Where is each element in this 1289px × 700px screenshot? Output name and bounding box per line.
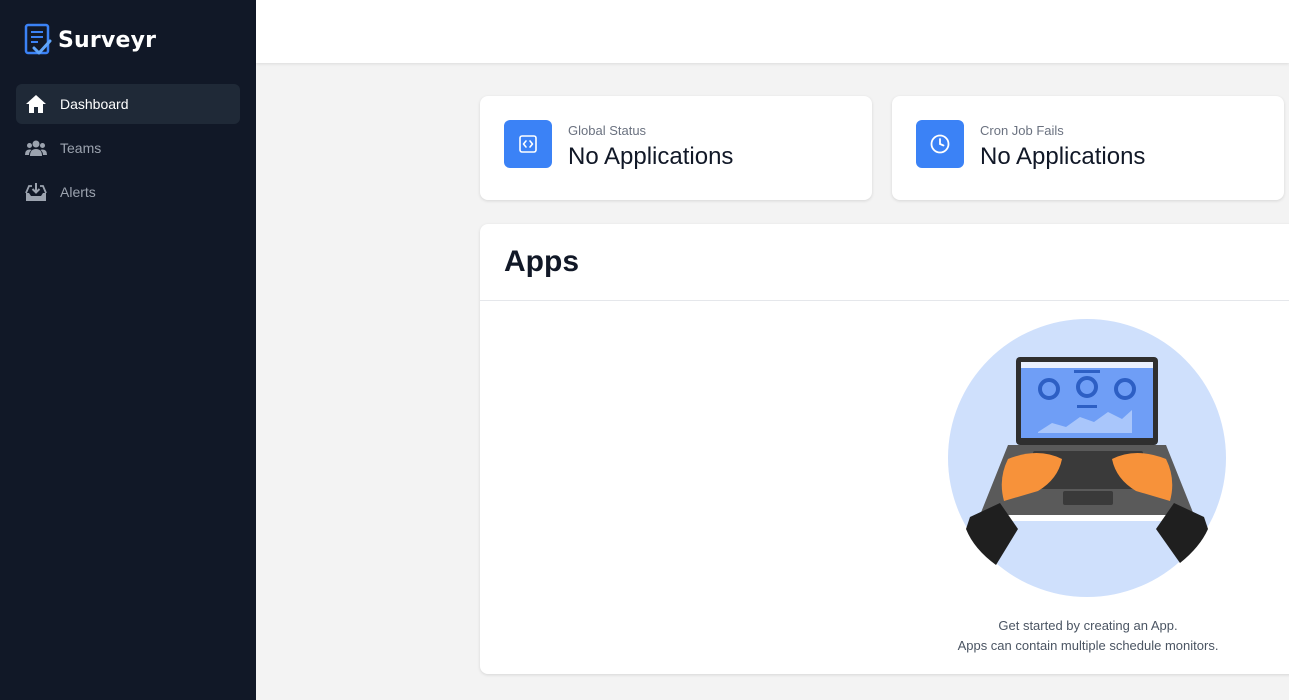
sidebar-item-label: Dashboard xyxy=(60,96,129,112)
stat-card-global-status: Global Status No Applications xyxy=(480,96,872,200)
stat-card-cron-job-fails: Cron Job Fails No Applications xyxy=(892,96,1284,200)
sidebar-nav: Dashboard Teams Alerts xyxy=(16,84,240,216)
brand[interactable]: Surveyr xyxy=(22,22,156,58)
clock-icon xyxy=(916,120,964,168)
app-name: Surveyr xyxy=(58,27,157,53)
sidebar-item-dashboard[interactable]: Dashboard xyxy=(16,84,240,124)
apps-title: Apps xyxy=(504,245,579,278)
sidebar-item-teams[interactable]: Teams xyxy=(16,128,240,168)
apps-empty-state-text: Get started by creating an App. Apps can… xyxy=(918,616,1258,656)
stat-label: Cron Job Fails xyxy=(980,123,1064,138)
empty-state-line: Apps can contain multiple schedule monit… xyxy=(957,638,1219,653)
sidebar-item-label: Alerts xyxy=(60,184,96,200)
code-icon xyxy=(504,120,552,168)
stat-label: Global Status xyxy=(568,123,647,138)
laptop-illustration xyxy=(948,319,1226,597)
stat-value: No Applications xyxy=(980,143,1146,170)
sidebar-item-alerts[interactable]: Alerts xyxy=(16,172,240,212)
top-bar xyxy=(256,0,1289,63)
surveyr-logo-icon xyxy=(24,23,52,55)
home-icon xyxy=(25,93,47,115)
inbox-icon xyxy=(25,181,47,203)
apps-header: Apps xyxy=(480,224,1289,301)
apps-panel: Apps Get started by creating an App. App… xyxy=(480,224,1289,674)
users-icon xyxy=(25,137,47,159)
sidebar-item-label: Teams xyxy=(60,140,102,156)
sidebar: Surveyr Dashboard Teams Alerts xyxy=(0,0,256,700)
empty-state-line: Get started by creating an App. xyxy=(998,618,1178,633)
stat-value: No Applications xyxy=(568,143,734,170)
